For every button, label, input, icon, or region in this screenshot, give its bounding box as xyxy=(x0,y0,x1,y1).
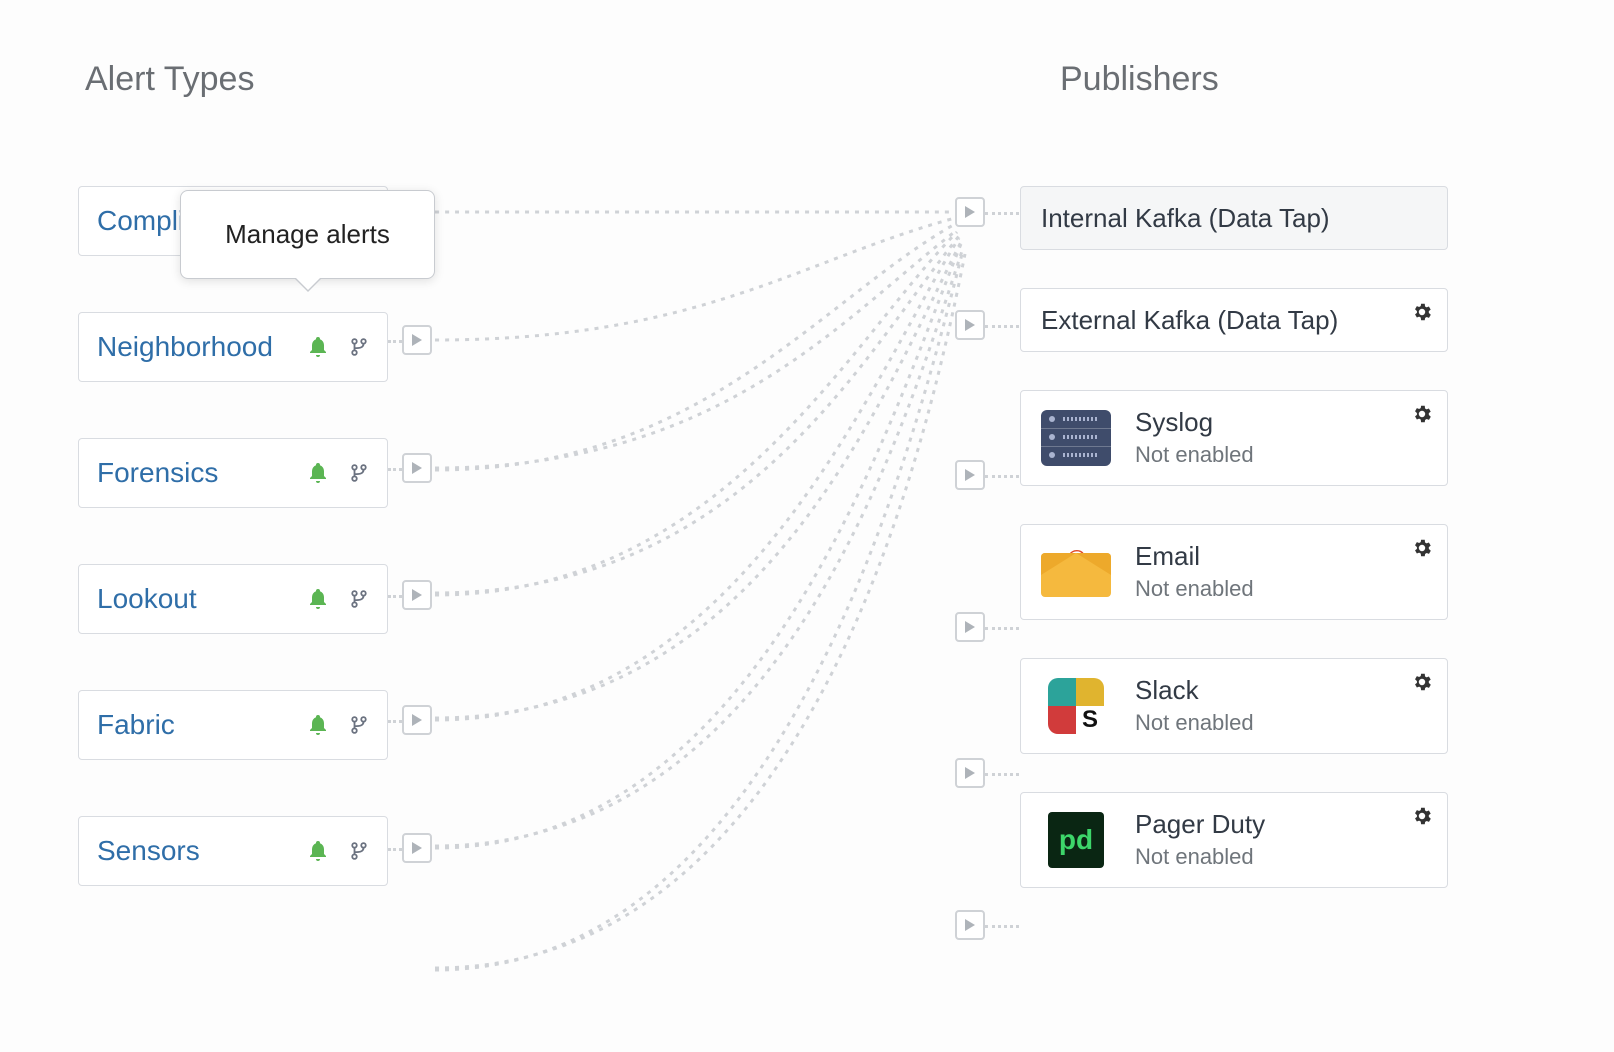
alert-card-fabric[interactable]: Fabric xyxy=(78,690,388,760)
publisher-card-email[interactable]: @ Email Not enabled xyxy=(1020,524,1448,620)
alert-types-heading: Alert Types xyxy=(85,60,1544,99)
publisher-title: External Kafka (Data Tap) xyxy=(1041,306,1427,335)
publisher-card-external-kafka[interactable]: External Kafka (Data Tap) xyxy=(1020,288,1448,352)
bell-icon[interactable] xyxy=(305,460,331,486)
publishers-column: Internal Kafka (Data Tap) External Kafka… xyxy=(1020,186,1448,926)
alert-card-sensors[interactable]: Sensors xyxy=(78,816,388,886)
publisher-card-pagerduty[interactable]: pd Pager Duty Not enabled xyxy=(1020,792,1448,888)
branch-icon[interactable] xyxy=(349,463,369,483)
alert-output-toggle[interactable] xyxy=(402,705,432,735)
branch-icon[interactable] xyxy=(349,589,369,609)
tooltip-text: Manage alerts xyxy=(225,219,390,249)
gear-icon[interactable] xyxy=(1411,805,1433,827)
slack-icon: S xyxy=(1041,678,1111,734)
publisher-input-toggle[interactable] xyxy=(955,910,985,940)
alert-label: Neighborhood xyxy=(97,331,305,363)
branch-icon[interactable] xyxy=(349,715,369,735)
alert-label: Fabric xyxy=(97,709,305,741)
alert-card-neighborhood[interactable]: Neighborhood xyxy=(78,312,388,382)
bell-icon[interactable] xyxy=(305,838,331,864)
gear-icon[interactable] xyxy=(1411,671,1433,693)
publisher-input-toggle[interactable] xyxy=(955,310,985,340)
alert-types-column: Compliance Neighborhood Forensics xyxy=(78,186,388,942)
connector-leader xyxy=(985,212,1019,215)
publisher-input-toggle[interactable] xyxy=(955,460,985,490)
alert-output-toggle[interactable] xyxy=(402,453,432,483)
publisher-card-internal-kafka[interactable]: Internal Kafka (Data Tap) xyxy=(1020,186,1448,250)
publisher-card-slack[interactable]: S Slack Not enabled xyxy=(1020,658,1448,754)
publisher-status: Not enabled xyxy=(1135,844,1427,870)
publisher-title: Pager Duty xyxy=(1135,810,1427,839)
alert-output-toggle[interactable] xyxy=(402,325,432,355)
connector-leader xyxy=(388,720,402,723)
bell-icon[interactable] xyxy=(305,712,331,738)
publisher-input-toggle[interactable] xyxy=(955,758,985,788)
gear-icon[interactable] xyxy=(1411,403,1433,425)
branch-icon[interactable] xyxy=(349,841,369,861)
publisher-card-syslog[interactable]: Syslog Not enabled xyxy=(1020,390,1448,486)
publisher-title: Slack xyxy=(1135,676,1427,705)
alert-output-toggle[interactable] xyxy=(402,833,432,863)
alert-output-toggle[interactable] xyxy=(402,580,432,610)
alert-card-lookout[interactable]: Lookout xyxy=(78,564,388,634)
manage-alerts-tooltip: Manage alerts xyxy=(180,190,435,279)
gear-icon[interactable] xyxy=(1411,537,1433,559)
connector-leader xyxy=(388,848,402,851)
connector-leader xyxy=(985,627,1019,630)
bell-icon[interactable] xyxy=(305,334,331,360)
publisher-input-toggle[interactable] xyxy=(955,197,985,227)
publisher-input-toggle[interactable] xyxy=(955,612,985,642)
connector-leader xyxy=(985,475,1019,478)
connector-leader xyxy=(985,925,1019,928)
alert-label: Forensics xyxy=(97,457,305,489)
publishers-heading: Publishers xyxy=(1060,60,1219,99)
pagerduty-icon: pd xyxy=(1041,812,1111,868)
alert-label: Lookout xyxy=(97,583,305,615)
publisher-title: Email xyxy=(1135,542,1427,571)
syslog-icon xyxy=(1041,410,1111,466)
connector-leader xyxy=(985,773,1019,776)
email-icon: @ xyxy=(1041,544,1111,600)
publisher-status: Not enabled xyxy=(1135,442,1427,468)
branch-icon[interactable] xyxy=(349,337,369,357)
publisher-title: Syslog xyxy=(1135,408,1427,437)
publisher-status: Not enabled xyxy=(1135,576,1427,602)
alert-label: Sensors xyxy=(97,835,305,867)
connector-leader xyxy=(388,468,402,471)
publisher-status: Not enabled xyxy=(1135,710,1427,736)
connector-leader xyxy=(388,595,402,598)
connector-leader xyxy=(985,325,1019,328)
bell-icon[interactable] xyxy=(305,586,331,612)
gear-icon[interactable] xyxy=(1411,301,1433,323)
connector-leader xyxy=(388,340,402,343)
publisher-title: Internal Kafka (Data Tap) xyxy=(1041,204,1427,233)
alert-card-forensics[interactable]: Forensics xyxy=(78,438,388,508)
